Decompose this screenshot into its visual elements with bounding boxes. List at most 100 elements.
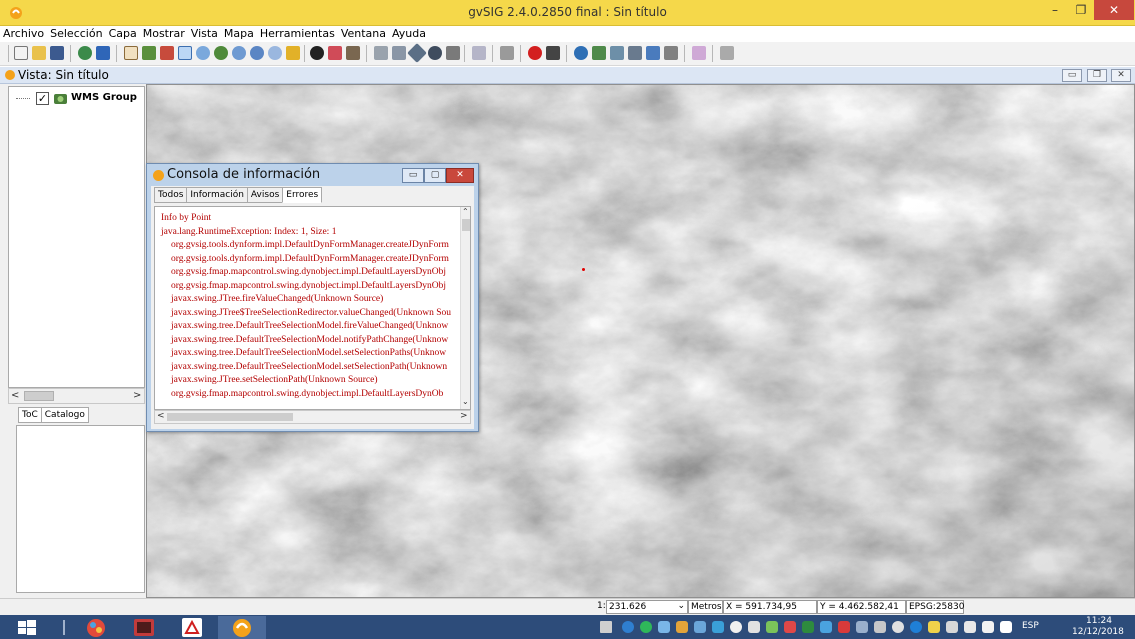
tray-update-icon[interactable]	[766, 621, 778, 633]
scroll-down-icon[interactable]: ⌄	[462, 397, 469, 406]
settings-icon[interactable]	[720, 46, 734, 60]
tray-skype-icon[interactable]	[730, 621, 742, 633]
tray-usb-icon[interactable]	[874, 621, 886, 633]
taskbar-app-terminal-icon[interactable]	[124, 616, 164, 639]
measure-icon[interactable]	[328, 46, 342, 60]
tab-todos[interactable]: Todos	[154, 187, 188, 203]
new-document-icon[interactable]	[14, 46, 28, 60]
menu-ayuda[interactable]: Ayuda	[389, 26, 429, 40]
maximize-button[interactable]: ❐	[1068, 0, 1094, 20]
zoom-layer-icon[interactable]	[214, 46, 228, 60]
menu-archivo[interactable]: Archivo	[0, 26, 47, 40]
scroll-right-icon[interactable]: >	[133, 390, 141, 401]
taskbar-gvsig-icon[interactable]	[218, 616, 266, 639]
tray-chrome-icon[interactable]	[892, 621, 904, 633]
raster-icon[interactable]	[592, 46, 606, 60]
zoom-out-icon[interactable]	[196, 46, 210, 60]
taskbar-app-paint-icon[interactable]	[76, 616, 116, 639]
tab-errores[interactable]: Errores	[282, 187, 323, 203]
scroll-up-icon[interactable]: ⌃	[462, 207, 469, 216]
minimize-button[interactable]: –	[1042, 0, 1068, 20]
globe-icon[interactable]	[574, 46, 588, 60]
addons-icon[interactable]	[664, 46, 678, 60]
scale-field[interactable]: 231.626 ⌄	[606, 600, 688, 614]
tray-onedrive-icon[interactable]	[748, 621, 760, 633]
console-maximize-button[interactable]: ▢	[424, 168, 446, 183]
scale-dropdown-icon[interactable]: ⌄	[677, 601, 685, 611]
scroll-thumb[interactable]	[24, 391, 54, 401]
menu-capa[interactable]: Capa	[106, 26, 140, 40]
menu-seleccion[interactable]: Selección	[47, 26, 105, 40]
zoom-previous-icon[interactable]	[232, 46, 246, 60]
scripting-icon[interactable]	[628, 46, 642, 60]
print-icon[interactable]	[346, 46, 360, 60]
tray-search-icon[interactable]	[910, 621, 922, 633]
toc-horizontal-scrollbar[interactable]: < >	[8, 388, 145, 404]
tab-toc[interactable]: ToC	[18, 407, 42, 423]
taskbar-acrobat-icon[interactable]	[172, 616, 212, 639]
add-layer-icon[interactable]	[78, 46, 92, 60]
layer-checkbox[interactable]: ✓	[36, 92, 49, 105]
tray-sync-icon[interactable]	[712, 621, 724, 633]
zoom-full-icon[interactable]	[142, 46, 156, 60]
invert-selection-icon[interactable]	[472, 46, 486, 60]
view-restore-button[interactable]: ❐	[1087, 69, 1107, 82]
tray-network-icon[interactable]	[658, 621, 670, 633]
scroll-thumb[interactable]	[462, 219, 470, 231]
info-point-icon[interactable]	[310, 46, 324, 60]
tray-antivirus-icon[interactable]	[838, 621, 850, 633]
console-vertical-scrollbar[interactable]: ⌃ ⌄	[460, 207, 470, 409]
units-field[interactable]: Metros	[688, 600, 723, 614]
menu-vista[interactable]: Vista	[188, 26, 221, 40]
menu-mostrar[interactable]: Mostrar	[140, 26, 188, 40]
open-folder-icon[interactable]	[32, 46, 46, 60]
scroll-right-icon[interactable]: >	[460, 411, 468, 421]
tray-dropbox-icon[interactable]	[820, 621, 832, 633]
layer-label[interactable]: WMS Group	[71, 92, 137, 103]
tab-avisos[interactable]: Avisos	[246, 187, 284, 203]
select-by-circle-icon[interactable]	[428, 46, 442, 60]
console-horizontal-scrollbar[interactable]: < >	[154, 410, 471, 424]
clock-time[interactable]: 11:24	[1086, 616, 1112, 626]
tray-headset-icon[interactable]	[676, 621, 688, 633]
clock-date[interactable]: 12/12/2018	[1072, 627, 1124, 637]
tray-display-icon[interactable]	[946, 621, 958, 633]
tray-volume-icon[interactable]	[1000, 621, 1012, 633]
tray-spotify-icon[interactable]	[640, 621, 652, 633]
view-close-button[interactable]: ✕	[1111, 69, 1131, 82]
zoom-rectangle-icon[interactable]	[268, 46, 282, 60]
zoom-selection-icon[interactable]	[160, 46, 174, 60]
close-button[interactable]: ✕	[1094, 0, 1134, 20]
console-log[interactable]: Info by Point java.lang.RuntimeException…	[154, 206, 471, 410]
pan-hand-icon[interactable]	[124, 46, 138, 60]
tray-nvidia-icon[interactable]	[802, 621, 814, 633]
view-minimize-button[interactable]: ▭	[1062, 69, 1082, 82]
tray-wifi-icon[interactable]	[982, 621, 994, 633]
console-close-button[interactable]: ✕	[446, 168, 474, 183]
menu-herramientas[interactable]: Herramientas	[257, 26, 338, 40]
zoom-in-icon[interactable]	[178, 46, 192, 60]
tab-catalogo[interactable]: Catalogo	[40, 407, 89, 423]
menu-mapa[interactable]: Mapa	[221, 26, 257, 40]
table-icon[interactable]	[500, 46, 514, 60]
tray-help-icon[interactable]	[622, 621, 634, 633]
console-title-bar[interactable]: Consola de información ▭ ▢ ✕	[147, 164, 478, 186]
keyboard-language[interactable]: ESP	[1022, 621, 1039, 631]
console-minimize-button[interactable]: ▭	[402, 168, 424, 183]
select-by-point-icon[interactable]	[374, 46, 388, 60]
tray-security-icon[interactable]	[784, 621, 796, 633]
scroll-left-icon[interactable]: <	[157, 411, 165, 421]
select-by-rectangle-icon[interactable]	[392, 46, 406, 60]
windows-start-icon[interactable]	[12, 616, 42, 639]
menu-ventana[interactable]: Ventana	[338, 26, 389, 40]
tray-chevron-icon[interactable]	[600, 621, 612, 633]
scroll-thumb[interactable]	[167, 413, 293, 421]
error-icon[interactable]	[528, 46, 542, 60]
locator-icon[interactable]	[286, 46, 300, 60]
zoom-next-icon[interactable]	[250, 46, 264, 60]
tray-people-icon[interactable]	[694, 621, 706, 633]
layer-properties-icon[interactable]	[96, 46, 110, 60]
geoprocess-icon[interactable]	[610, 46, 624, 60]
user-icon[interactable]	[692, 46, 706, 60]
tools-icon[interactable]	[546, 46, 560, 60]
